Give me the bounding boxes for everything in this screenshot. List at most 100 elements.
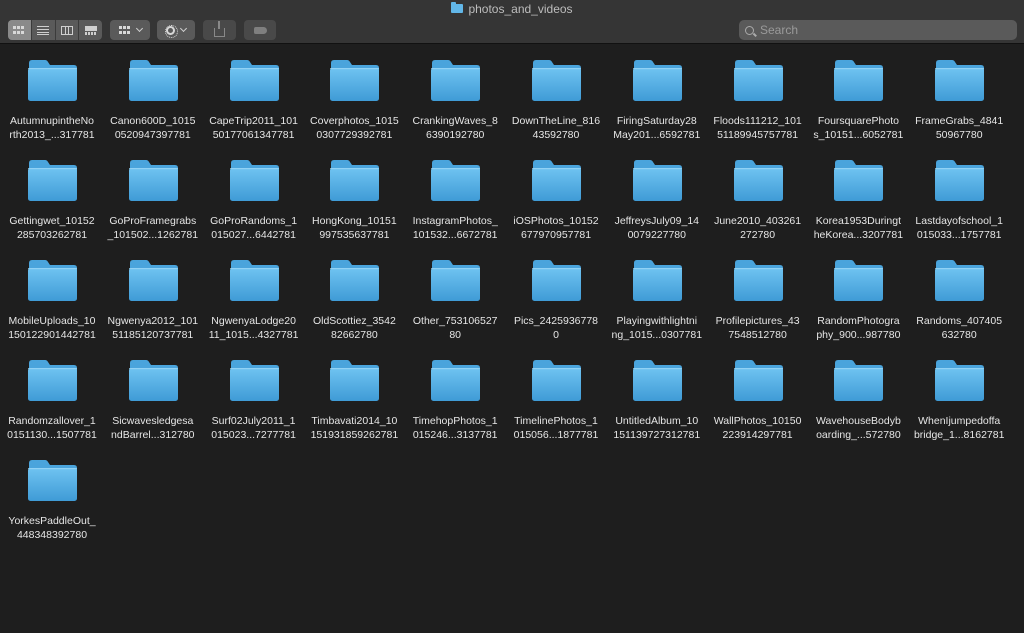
folder-item[interactable]: Korea1953Duringt heKorea...3207781: [808, 144, 908, 244]
folder-icon: [733, 260, 783, 301]
folder-item[interactable]: CrankingWaves_8 6390192780: [405, 44, 505, 144]
folder-label-line1: CrankingWaves_8: [412, 115, 498, 127]
folder-label-line1: iOSPhotos_10152: [513, 215, 599, 227]
folder-item[interactable]: Sicwavesledgesa ndBarrel...312780: [103, 344, 203, 444]
folder-item[interactable]: Randomzallover_1 0151130...1507781: [2, 344, 102, 444]
folder-item[interactable]: Floods111212_101 51189945757781: [708, 44, 808, 144]
folder-label: FoursquarePhoto s_10151...6052781: [808, 114, 908, 142]
folder-item[interactable]: InstagramPhotos_ 101532...6672781: [405, 144, 505, 244]
tag-icon: [253, 26, 267, 34]
folder-icon: [229, 360, 279, 401]
folder-item[interactable]: OldScottiez_3542 82662780: [304, 244, 404, 344]
folder-icon: [431, 160, 481, 201]
folder-item[interactable]: WhenIjumpedoffa bridge_1...8162781: [909, 344, 1009, 444]
folder-label-line1: Coverphotos_1015: [310, 115, 399, 127]
view-icons-button[interactable]: [8, 20, 32, 40]
folder-item[interactable]: iOSPhotos_10152 677970957781: [506, 144, 606, 244]
folder-item[interactable]: YorkesPaddleOut_ 448348392780: [2, 444, 102, 544]
search-input[interactable]: [760, 23, 990, 37]
finder-window: photos_and_videos AutumnupintheNorth201: [0, 0, 1024, 633]
folder-item[interactable]: Gettingwet_10152 285703262781: [2, 144, 102, 244]
folder-item[interactable]: Playingwithlightni ng_1015...0307781: [607, 244, 707, 344]
folder-label: TimehopPhotos_1 015246...3137781: [405, 414, 505, 442]
group-by-button[interactable]: [110, 20, 150, 40]
folder-label-line2: 285703262781: [16, 229, 88, 241]
folder-item[interactable]: AutumnupintheNo rth2013_...317781: [2, 44, 102, 144]
folder-item[interactable]: FiringSaturday28 May201...6592781: [607, 44, 707, 144]
folder-icon: [733, 60, 783, 101]
folder-label-line1: InstagramPhotos_: [412, 215, 498, 227]
view-list-button[interactable]: [32, 20, 56, 40]
folder-item[interactable]: June2010_403261 272780: [708, 144, 808, 244]
grid-icon: [13, 25, 26, 35]
folder-label-line1: Randomzallover_1: [8, 415, 96, 427]
folder-label: FiringSaturday28 May201...6592781: [607, 114, 707, 142]
folder-icon: [532, 60, 581, 101]
folder-label: WallPhotos_10150 223914297781: [708, 414, 808, 442]
folder-label-line1: TimehopPhotos_1: [412, 415, 498, 427]
folder-item[interactable]: CapeTrip2011_101 50177061347781: [204, 44, 304, 144]
folder-icon: [935, 360, 985, 401]
tag-button[interactable]: [244, 20, 276, 40]
folder-item[interactable]: WavehouseBodyb oarding_...572780: [808, 344, 908, 444]
folder-item[interactable]: TimelinePhotos_1 015056...1877781: [506, 344, 606, 444]
folder-label: CapeTrip2011_101 50177061347781: [204, 114, 304, 142]
folder-label-line2: 0307729392781: [316, 129, 393, 141]
folder-label-line1: NgwenyaLodge20: [211, 315, 296, 327]
folder-label-line2: 150122901442781: [8, 329, 96, 341]
folder-item[interactable]: DownTheLine_816 43592780: [506, 44, 606, 144]
folder-icon: [330, 160, 380, 201]
folder-item[interactable]: MobileUploads_10 150122901442781: [2, 244, 102, 344]
folder-label: Korea1953Duringt heKorea...3207781: [808, 214, 908, 242]
folder-item[interactable]: TimehopPhotos_1 015246...3137781: [405, 344, 505, 444]
folder-label-line1: Randoms_407405: [916, 315, 1003, 327]
folder-label-line2: bridge_1...8162781: [913, 429, 1005, 441]
folder-icon: [128, 60, 178, 101]
folder-label-line1: GoProFramegrabs: [109, 215, 197, 227]
folder-item[interactable]: Coverphotos_1015 0307729392781: [304, 44, 404, 144]
folder-item[interactable]: Surf02July2011_1 015023...7277781: [204, 344, 304, 444]
folder-label: Canon600D_1015 0520947397781: [103, 114, 203, 142]
folder-item[interactable]: Randoms_407405 632780: [909, 244, 1009, 344]
folder-icon: [733, 360, 783, 401]
folder-item[interactable]: Other_753106527 80: [405, 244, 505, 344]
folder-label: GoProRandoms_1 015027...6442781: [204, 214, 304, 242]
folder-item[interactable]: GoProRandoms_1 015027...6442781: [204, 144, 304, 244]
folder-item[interactable]: WallPhotos_10150 223914297781: [708, 344, 808, 444]
folder-label: YorkesPaddleOut_ 448348392780: [2, 514, 102, 542]
search-field[interactable]: [739, 20, 1017, 40]
action-menu-button[interactable]: [157, 20, 195, 40]
folder-label-line2: 223914297781: [722, 429, 793, 441]
folder-label-line1: CapeTrip2011_101: [209, 115, 298, 127]
folder-label: OldScottiez_3542 82662780: [304, 314, 404, 342]
folder-label-line1: HongKong_10151: [312, 215, 397, 227]
folder-item[interactable]: NgwenyaLodge20 11_1015...4327781: [204, 244, 304, 344]
folder-icon: [431, 360, 481, 401]
folder-icon: [28, 460, 77, 501]
folder-item[interactable]: UntitledAlbum_10 151139727312781: [607, 344, 707, 444]
folder-label-line2: 997535637781: [319, 229, 390, 241]
folder-icon: [330, 360, 380, 401]
folder-item[interactable]: Pics_2425936778 0: [506, 244, 606, 344]
share-button[interactable]: [203, 20, 236, 40]
folder-item[interactable]: Profilepictures_43 7548512780: [708, 244, 808, 344]
folder-item[interactable]: Lastdayofschool_1 015033...1757781: [909, 144, 1009, 244]
search-icon: [745, 25, 754, 35]
folder-item[interactable]: FoursquarePhoto s_10151...6052781: [808, 44, 908, 144]
folder-item[interactable]: HongKong_10151 997535637781: [304, 144, 404, 244]
folder-item[interactable]: Timbavati2014_10 151931859262781: [304, 344, 404, 444]
folder-item[interactable]: JeffreysJuly09_14 0079227780: [607, 144, 707, 244]
folder-item[interactable]: GoProFramegrabs _101502...1262781: [103, 144, 203, 244]
folder-icon: [128, 160, 178, 201]
folder-label-line1: YorkesPaddleOut_: [8, 515, 96, 527]
folder-icon: [834, 260, 884, 301]
folder-item[interactable]: Ngwenya2012_101 51185120737781: [103, 244, 203, 344]
folder-label-line1: Sicwavesledgesa: [112, 415, 194, 427]
folder-item[interactable]: Canon600D_1015 0520947397781: [103, 44, 203, 144]
folder-item[interactable]: FrameGrabs_4841 50967780: [909, 44, 1009, 144]
view-columns-button[interactable]: [56, 20, 80, 40]
folder-item[interactable]: RandomPhotogra phy_900...987780: [808, 244, 908, 344]
view-gallery-button[interactable]: [79, 20, 102, 40]
folder-label-line1: FrameGrabs_4841: [915, 115, 1004, 127]
folder-label: Sicwavesledgesa ndBarrel...312780: [103, 414, 203, 442]
